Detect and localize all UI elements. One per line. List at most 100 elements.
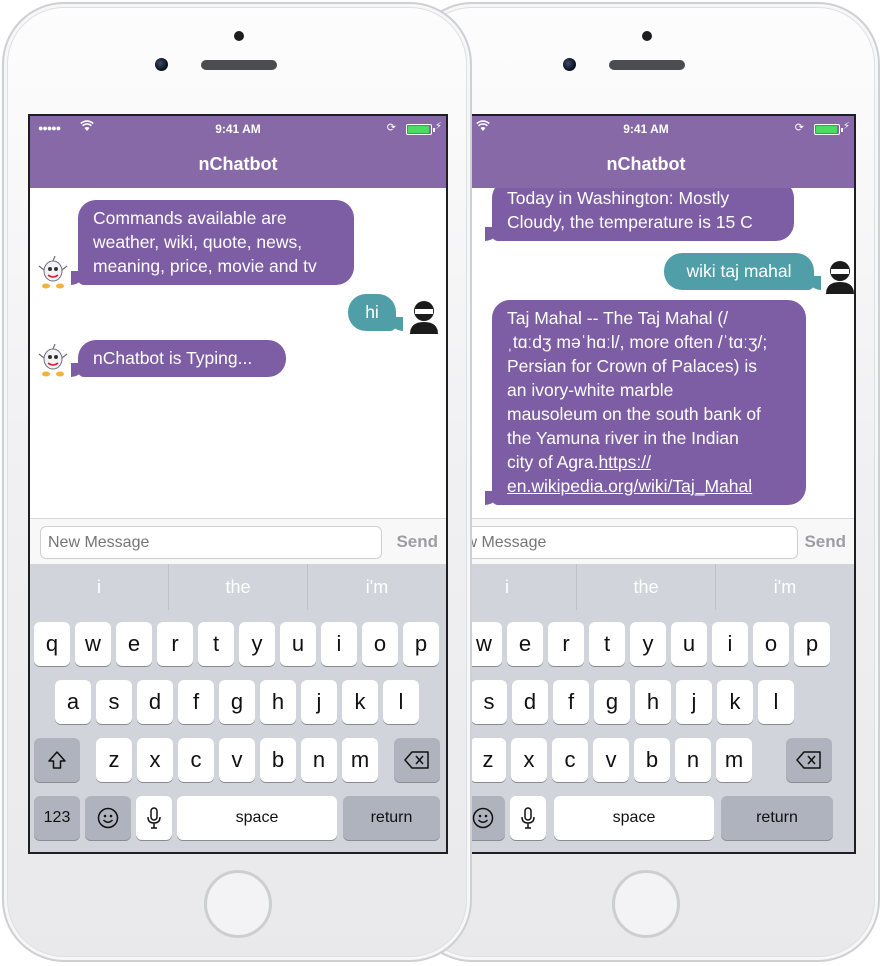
suggestion-item[interactable]: i'm <box>716 564 854 610</box>
key-a[interactable]: a <box>55 680 91 724</box>
bot-message-bubble: Today in Washington: Mostly Cloudy, the … <box>485 188 794 241</box>
status-bar: ●●●●● 9:41 AM ⟳ ⚡ <box>30 116 446 142</box>
key-j[interactable]: j <box>301 680 337 724</box>
key-q[interactable]: q <box>34 622 70 666</box>
message-line: Cloudy, the temperature is 15 C <box>507 212 753 232</box>
status-time: 9:41 AM <box>623 122 669 136</box>
key-d[interactable]: d <box>137 680 173 724</box>
suggestion-item[interactable]: the <box>169 564 308 610</box>
bot-message-bubble: Taj Mahal -- The Taj Mahal (/ ˌtɑːdʒ məˈ… <box>485 300 806 505</box>
message-text: hi <box>365 302 379 322</box>
return-key[interactable]: return <box>343 796 440 840</box>
key-m[interactable]: m <box>342 738 378 782</box>
key-x[interactable]: x <box>137 738 173 782</box>
message-line: city of Agra.https:// <box>507 450 791 474</box>
dictation-key[interactable] <box>510 796 546 840</box>
key-l[interactable]: l <box>383 680 419 724</box>
phone-right: ●● 9:41 AM ⟳ ⚡ nChatbot Today in Washing… <box>410 2 880 962</box>
key-g[interactable]: g <box>219 680 255 724</box>
key-b[interactable]: b <box>634 738 670 782</box>
key-h[interactable]: h <box>260 680 296 724</box>
key-g[interactable]: g <box>594 680 630 724</box>
key-v[interactable]: v <box>219 738 255 782</box>
key-s[interactable]: s <box>96 680 132 724</box>
key-f[interactable]: f <box>178 680 214 724</box>
key-v[interactable]: v <box>593 738 629 782</box>
key-o[interactable]: o <box>362 622 398 666</box>
key-n[interactable]: n <box>675 738 711 782</box>
key-t[interactable]: t <box>589 622 625 666</box>
key-r[interactable]: r <box>157 622 193 666</box>
screen: ●● 9:41 AM ⟳ ⚡ nChatbot Today in Washing… <box>436 114 856 854</box>
delete-key[interactable] <box>394 738 440 782</box>
home-button[interactable] <box>612 870 680 938</box>
key-z[interactable]: z <box>96 738 132 782</box>
user-avatar-icon <box>410 301 438 334</box>
dictation-key[interactable] <box>136 796 172 840</box>
key-p[interactable]: p <box>794 622 830 666</box>
key-y[interactable]: y <box>239 622 275 666</box>
charging-bolt-icon: ⚡ <box>842 121 850 132</box>
key-c[interactable]: c <box>178 738 214 782</box>
key-j[interactable]: j <box>676 680 712 724</box>
key-s[interactable]: s <box>471 680 507 724</box>
numbers-key[interactable]: 123 <box>34 796 80 840</box>
wikipedia-link[interactable]: https:// <box>598 452 651 472</box>
emoji-smiley-icon <box>472 807 494 829</box>
send-button[interactable]: Send <box>396 532 438 552</box>
key-k[interactable]: k <box>342 680 378 724</box>
chat-thread[interactable]: Commands available are weather, wiki, qu… <box>30 188 446 518</box>
key-o[interactable]: o <box>753 622 789 666</box>
key-z[interactable]: z <box>470 738 506 782</box>
key-e[interactable]: e <box>116 622 152 666</box>
message-line: mausoleum on the south bank of <box>507 404 761 424</box>
key-f[interactable]: f <box>553 680 589 724</box>
microphone-icon <box>147 807 161 829</box>
key-e[interactable]: e <box>507 622 543 666</box>
key-p[interactable]: p <box>403 622 439 666</box>
return-key[interactable]: return <box>721 796 833 840</box>
key-m[interactable]: m <box>716 738 752 782</box>
key-u[interactable]: u <box>671 622 707 666</box>
key-x[interactable]: x <box>511 738 547 782</box>
send-button[interactable]: Send <box>804 532 846 552</box>
key-t[interactable]: t <box>198 622 234 666</box>
delete-key[interactable] <box>786 738 832 782</box>
wikipedia-link[interactable]: en.wikipedia.org/wiki/Taj_Mahal <box>507 476 752 496</box>
key-d[interactable]: d <box>512 680 548 724</box>
key-n[interactable]: n <box>301 738 337 782</box>
message-composer: Send <box>438 518 854 564</box>
chat-thread[interactable]: Today in Washington: Mostly Cloudy, the … <box>438 188 854 518</box>
key-u[interactable]: u <box>280 622 316 666</box>
key-k[interactable]: k <box>717 680 753 724</box>
rotation-lock-icon: ⟳ <box>386 122 396 134</box>
emoji-key[interactable] <box>85 796 131 840</box>
battery-level <box>816 126 837 133</box>
key-i[interactable]: i <box>712 622 748 666</box>
suggestion-item[interactable]: i <box>30 564 169 610</box>
suggestion-item[interactable]: the <box>577 564 716 610</box>
key-y[interactable]: y <box>630 622 666 666</box>
chatbot-mascot-icon <box>38 344 68 377</box>
nav-title: nChatbot <box>438 142 854 188</box>
front-camera <box>155 58 168 71</box>
key-h[interactable]: h <box>635 680 671 724</box>
front-camera <box>563 58 576 71</box>
shift-key[interactable] <box>34 738 80 782</box>
key-l[interactable]: l <box>758 680 794 724</box>
new-message-input[interactable] <box>438 526 798 559</box>
key-r[interactable]: r <box>548 622 584 666</box>
key-c[interactable]: c <box>552 738 588 782</box>
message-line: Persian for Crown of Palaces) is <box>507 356 757 376</box>
space-key[interactable]: space <box>554 796 714 840</box>
suggestion-item[interactable]: i'm <box>308 564 446 610</box>
emoji-smiley-icon <box>97 807 119 829</box>
key-w[interactable]: w <box>75 622 111 666</box>
key-b[interactable]: b <box>260 738 296 782</box>
space-key[interactable]: space <box>177 796 337 840</box>
new-message-input[interactable] <box>40 526 382 559</box>
user-avatar-icon <box>826 261 854 294</box>
key-i[interactable]: i <box>321 622 357 666</box>
charging-bolt-icon: ⚡ <box>434 121 442 132</box>
home-button[interactable] <box>204 870 272 938</box>
